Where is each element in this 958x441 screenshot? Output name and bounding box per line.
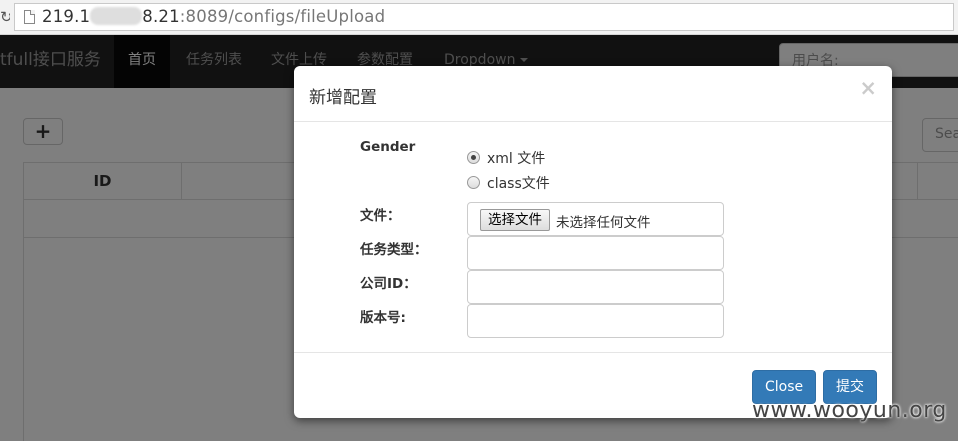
radio-class[interactable] (467, 176, 480, 189)
page-icon (24, 10, 35, 24)
task-type-label: 任务类型： (360, 242, 428, 258)
reload-icon[interactable]: ↻ (0, 8, 10, 26)
file-label: 文件： (360, 208, 401, 224)
file-input[interactable]: 选择文件 未选择任何文件 (467, 202, 724, 236)
choose-file-button[interactable]: 选择文件 (480, 209, 550, 231)
browser-address-bar: ↻ 219.1 8.21:8089/configs/fileUpload (0, 0, 958, 35)
gender-label: Gender (360, 139, 416, 155)
file-status: 未选择任何文件 (556, 215, 651, 231)
version-label: 版本号: (360, 310, 406, 326)
watermark: www.wooyun.org (752, 398, 947, 423)
company-id-input[interactable] (467, 270, 724, 304)
url-port-path: :8089/configs/fileUpload (179, 7, 386, 26)
redacted-segment (90, 7, 143, 25)
url-prefix: 219.1 (42, 7, 91, 26)
radio-class-label[interactable]: class文件 (487, 173, 550, 193)
radio-xml-label[interactable]: xml 文件 (487, 148, 545, 168)
radio-xml[interactable] (467, 151, 480, 164)
task-type-input[interactable] (467, 236, 724, 270)
add-config-modal: 新增配置 × Gender xml 文件 class文件 文件： 选择文件 未选… (294, 66, 892, 418)
company-id-label: 公司ID： (360, 276, 417, 292)
modal-title: 新增配置 (309, 88, 377, 108)
version-input[interactable] (467, 304, 724, 338)
url-field[interactable]: 219.1 8.21:8089/configs/fileUpload (14, 3, 954, 31)
modal-header: 新增配置 × (294, 66, 892, 122)
url-text: 219.1 8.21:8089/configs/fileUpload (42, 7, 385, 27)
url-middle: 8.21 (142, 7, 180, 26)
close-icon[interactable]: × (859, 78, 877, 99)
